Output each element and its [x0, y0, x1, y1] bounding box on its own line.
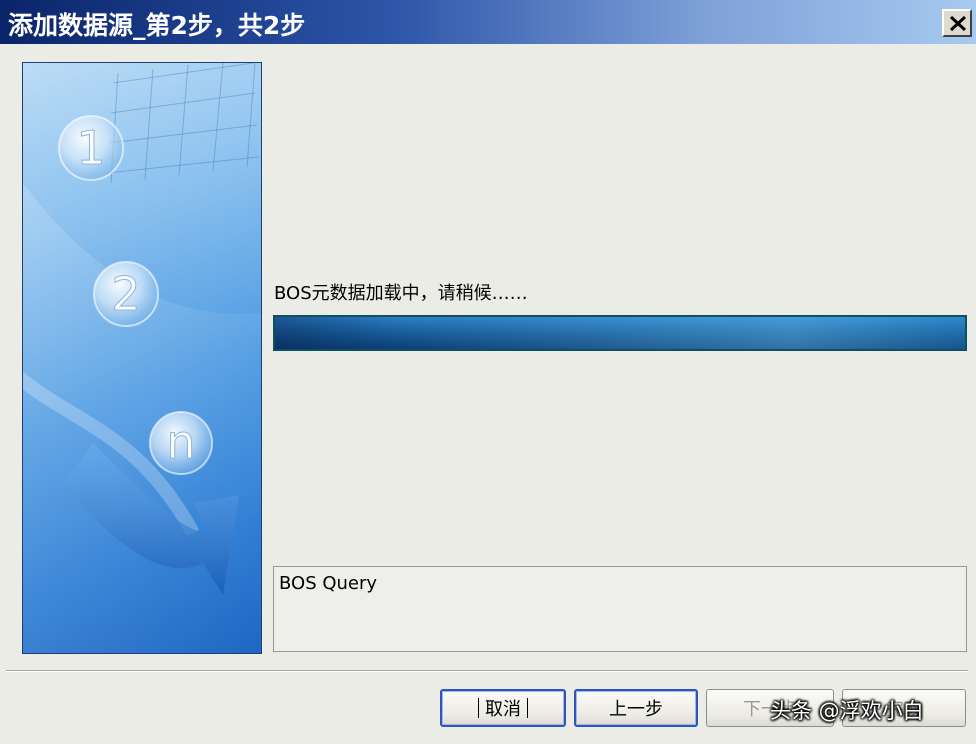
title-bar: 添加数据源_第2步，共2步 [0, 0, 976, 44]
previous-step-label: 上一步 [609, 699, 663, 720]
focus-indicator-right [527, 698, 528, 718]
watermark: 头条 @浮欢小白 [770, 699, 924, 723]
dialog-title: 添加数据源_第2步，共2步 [8, 11, 306, 40]
button-separator [6, 670, 968, 672]
loading-status-text: BOS元数据加载中，请稍候…… [274, 283, 528, 304]
close-button[interactable] [942, 9, 972, 37]
previous-step-button[interactable]: 上一步 [574, 689, 698, 727]
cancel-button-label: 取消 [485, 699, 521, 720]
close-icon [949, 15, 967, 32]
step-n-label: n [166, 415, 195, 469]
progress-bar [273, 315, 967, 351]
step-1-label: 1 [76, 121, 105, 175]
progress-bar-fill [275, 317, 965, 349]
step-2-label: 2 [111, 267, 140, 321]
wizard-illustration: 1 2 n [23, 63, 261, 653]
cancel-button[interactable]: 取消 [440, 689, 566, 727]
add-datasource-dialog: 添加数据源_第2步，共2步 1 2 n BOS元数据加载中，请稍候…… BOS … [0, 0, 976, 744]
datasource-info-box: BOS Query [273, 566, 967, 652]
wizard-banner: 1 2 n [22, 62, 262, 654]
grid-sketch [106, 63, 260, 184]
datasource-name: BOS Query [279, 573, 378, 594]
focus-indicator-left [478, 698, 479, 718]
